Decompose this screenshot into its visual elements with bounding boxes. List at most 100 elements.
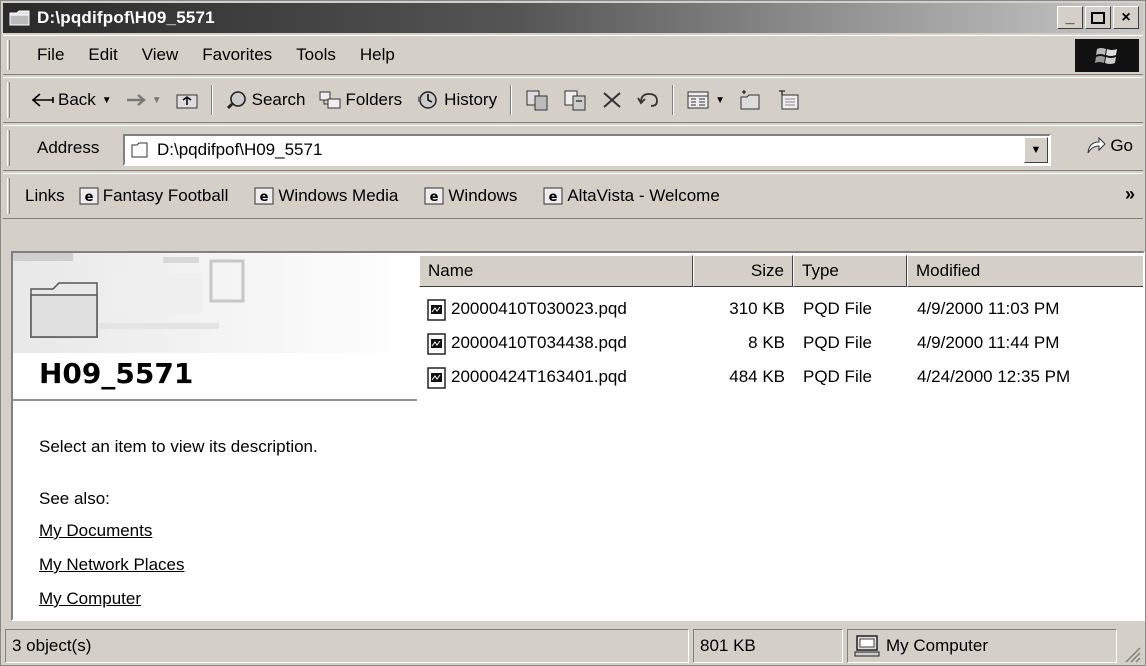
window-title: D:\pqdifpof\H09_5571: [37, 8, 215, 27]
delete-x-icon: [603, 92, 621, 108]
ie-page-icon: e: [424, 187, 444, 205]
toolbar-separator: [672, 85, 675, 115]
forward-dropdown-icon[interactable]: ▼: [152, 95, 162, 106]
ie-page-icon: e: [543, 187, 563, 205]
minimize-button[interactable]: _: [1057, 6, 1083, 29]
svg-text:e: e: [549, 190, 558, 205]
status-bar: 3 object(s) 801 KB My Computer: [3, 625, 1143, 665]
folder-icon: [131, 142, 148, 158]
up-folder-button[interactable]: [169, 83, 205, 117]
copy-to-icon: [564, 90, 586, 111]
total-size-text: 801 KB: [700, 636, 756, 655]
file-size: 484 KB: [729, 367, 785, 386]
search-label: Search: [251, 90, 306, 109]
history-label: History: [444, 90, 498, 109]
move-to-button[interactable]: [518, 83, 556, 117]
new-folder-icon: [740, 90, 760, 110]
file-name: 20000410T030023.pqd: [451, 299, 627, 318]
delete-button[interactable]: [594, 83, 630, 117]
menu-grip[interactable]: [7, 40, 10, 70]
forward-button[interactable]: ▼: [119, 83, 169, 117]
link-fantasy-football[interactable]: e Fantasy Football: [79, 186, 229, 206]
svg-text:e: e: [84, 190, 93, 205]
back-label: Back: [58, 90, 96, 109]
menu-view[interactable]: View: [130, 45, 191, 65]
column-header-type[interactable]: Type: [793, 255, 907, 287]
explorer-window: D:\pqdifpof\H09_5571 _ × File Edit View …: [0, 0, 1146, 666]
menu-edit[interactable]: Edit: [76, 45, 129, 65]
views-dropdown-icon[interactable]: ▼: [715, 95, 725, 106]
folder-name-heading: H09_5571: [39, 357, 194, 390]
history-icon: [418, 91, 437, 109]
description-text: Select an item to view its description.: [39, 437, 318, 456]
views-button[interactable]: ▼: [680, 83, 732, 117]
link-altavista[interactable]: e AltaVista - Welcome: [543, 186, 720, 206]
back-dropdown-icon[interactable]: ▼: [102, 95, 112, 106]
column-header-size[interactable]: Size: [693, 255, 793, 287]
menu-tools[interactable]: Tools: [284, 45, 348, 65]
links-more-chevron[interactable]: »: [1125, 184, 1135, 205]
customize-button[interactable]: [770, 83, 808, 117]
file-modified: 4/9/2000 11:44 PM: [917, 333, 1060, 352]
go-button[interactable]: Go: [1085, 136, 1133, 156]
link-label: Fantasy Football: [102, 186, 229, 205]
column-size-label: Size: [750, 261, 784, 280]
toolbar-grip[interactable]: [7, 82, 10, 118]
my-documents-link[interactable]: My Documents: [39, 521, 152, 541]
object-count-text: 3 object(s): [12, 636, 92, 655]
link-label: AltaVista - Welcome: [567, 186, 720, 205]
see-also-label: See also:: [39, 489, 110, 508]
menu-help[interactable]: Help: [348, 45, 407, 65]
back-arrow-icon: [32, 93, 54, 107]
menu-bar: File Edit View Favorites Tools Help: [3, 35, 1143, 75]
move-to-icon: [526, 90, 548, 111]
links-label: Links: [25, 186, 65, 205]
back-button[interactable]: Back ▼: [25, 83, 119, 117]
folders-button[interactable]: Folders: [312, 83, 409, 117]
menu-file[interactable]: File: [25, 45, 76, 65]
file-modified: 4/24/2000 12:35 PM: [917, 367, 1071, 386]
ie-page-icon: e: [254, 187, 274, 205]
link-label: Windows Media: [278, 186, 399, 205]
title-bar[interactable]: D:\pqdifpof\H09_5571 _ ×: [3, 3, 1143, 33]
customize-icon: [778, 90, 799, 110]
status-object-count: 3 object(s): [5, 629, 689, 663]
search-button[interactable]: Search: [219, 83, 313, 117]
address-value: D:\pqdifpof\H09_5571: [157, 140, 323, 159]
up-folder-icon: [176, 94, 198, 109]
history-button[interactable]: History: [409, 83, 504, 117]
undo-button[interactable]: [630, 83, 666, 117]
pqd-file-icon: [427, 299, 446, 321]
address-dropdown-button[interactable]: ▼: [1024, 137, 1048, 163]
folders-label: Folders: [345, 90, 403, 109]
ie-page-icon: e: [79, 187, 99, 205]
link-windows-media[interactable]: e Windows Media: [254, 186, 398, 206]
new-folder-button[interactable]: [732, 83, 770, 117]
file-row[interactable]: 20000424T163401.pqd 484 KB PQD File 4/24…: [419, 361, 1143, 395]
close-button[interactable]: ×: [1113, 6, 1139, 29]
menu-favorites[interactable]: Favorites: [190, 45, 284, 65]
maximize-button[interactable]: [1085, 6, 1111, 29]
forward-arrow-icon: [126, 94, 146, 106]
copy-to-button[interactable]: [556, 83, 594, 117]
column-name-label: Name: [428, 261, 474, 280]
folder-banner: H09_5571: [13, 253, 417, 401]
file-row[interactable]: 20000410T034438.pqd 8 KB PQD File 4/9/20…: [419, 327, 1143, 361]
folder-view: H09_5571 Select an item to view its desc…: [11, 251, 1145, 621]
file-type: PQD File: [803, 333, 872, 352]
address-grip[interactable]: [7, 130, 10, 166]
my-network-places-link[interactable]: My Network Places: [39, 555, 184, 575]
my-computer-link[interactable]: My Computer: [39, 589, 141, 609]
pqd-file-icon: [427, 367, 446, 389]
address-bar: Address D:\pqdifpof\H09_5571 ▼ Go: [3, 125, 1143, 171]
resize-grip-icon[interactable]: [1123, 645, 1141, 663]
column-header-name[interactable]: Name: [419, 255, 693, 287]
address-input[interactable]: D:\pqdifpof\H09_5571 ▼: [123, 134, 1051, 166]
link-windows[interactable]: e Windows: [424, 186, 517, 206]
file-name: 20000424T163401.pqd: [451, 367, 627, 386]
links-grip[interactable]: [7, 178, 10, 214]
column-header-modified[interactable]: Modified: [907, 255, 1143, 287]
zone-text: My Computer: [886, 636, 989, 655]
svg-text:e: e: [430, 190, 439, 205]
file-row[interactable]: 20000410T030023.pqd 310 KB PQD File 4/9/…: [419, 293, 1143, 327]
